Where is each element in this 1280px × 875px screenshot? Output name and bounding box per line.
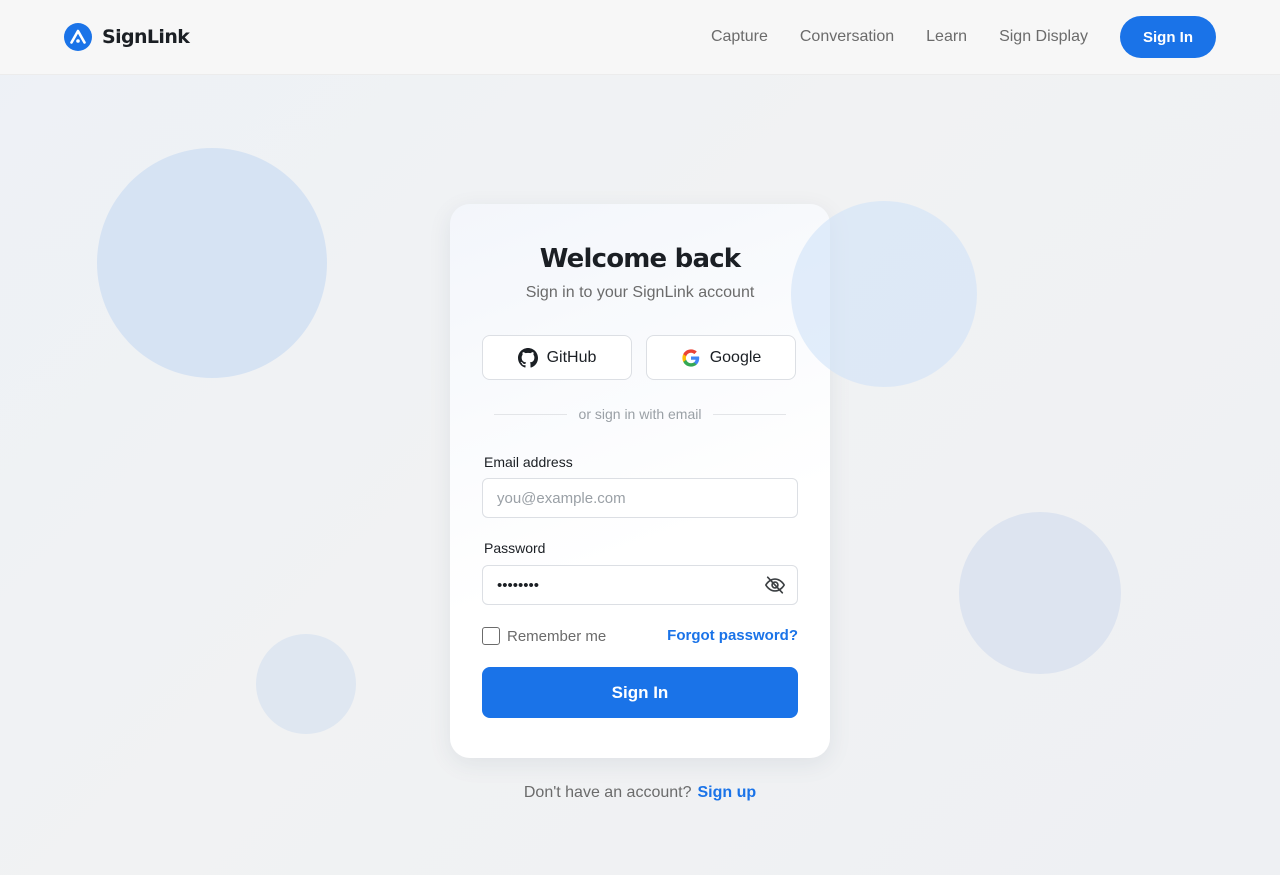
nav-capture[interactable]: Capture (711, 27, 768, 47)
nav-sign-display[interactable]: Sign Display (999, 27, 1088, 47)
header-sign-in-button[interactable]: Sign In (1120, 16, 1216, 58)
forgot-password-link[interactable]: Forgot password? (667, 627, 798, 644)
google-button-label: Google (709, 348, 762, 366)
divider-line (494, 413, 567, 415)
sign-in-submit-button[interactable]: Sign In (482, 667, 798, 718)
decorative-circle (97, 148, 327, 378)
signlink-logo-icon (64, 23, 92, 51)
main-nav: Capture Conversation Learn Sign Display (711, 27, 1088, 47)
google-sign-in-button[interactable]: Google (646, 335, 796, 380)
github-sign-in-button[interactable]: GitHub (482, 335, 632, 380)
signup-prompt: Don't have an account? Sign up (0, 784, 1280, 802)
github-button-label: GitHub (546, 348, 597, 366)
google-icon (682, 348, 699, 367)
password-label: Password (484, 540, 546, 556)
remember-me: Remember me (482, 627, 606, 645)
remember-me-checkbox[interactable] (482, 627, 500, 645)
decorative-circle (256, 634, 356, 734)
divider-line (713, 413, 786, 415)
page-subtitle: Sign in to your SignLink account (525, 284, 755, 301)
page-title: Welcome back (539, 244, 741, 274)
divider: or sign in with email (494, 406, 786, 422)
nav-learn[interactable]: Learn (926, 27, 967, 47)
email-label: Email address (484, 454, 573, 470)
signup-question: Don't have an account? (523, 784, 692, 801)
brand-logo-link[interactable]: SignLink (64, 23, 190, 51)
brand-name: SignLink (102, 26, 190, 48)
decorative-circle (959, 512, 1121, 674)
eye-off-icon[interactable] (764, 574, 786, 596)
github-icon (517, 347, 538, 368)
top-navbar: SignLink Capture Conversation Learn Sign… (0, 0, 1280, 75)
sign-up-link[interactable]: Sign up (697, 784, 756, 801)
password-field[interactable] (482, 565, 798, 605)
login-card: Welcome back Sign in to your SignLink ac… (450, 204, 830, 758)
divider-text: or sign in with email (578, 406, 702, 422)
email-field[interactable] (482, 478, 798, 518)
remember-me-label: Remember me (507, 627, 607, 645)
nav-conversation[interactable]: Conversation (800, 27, 894, 47)
